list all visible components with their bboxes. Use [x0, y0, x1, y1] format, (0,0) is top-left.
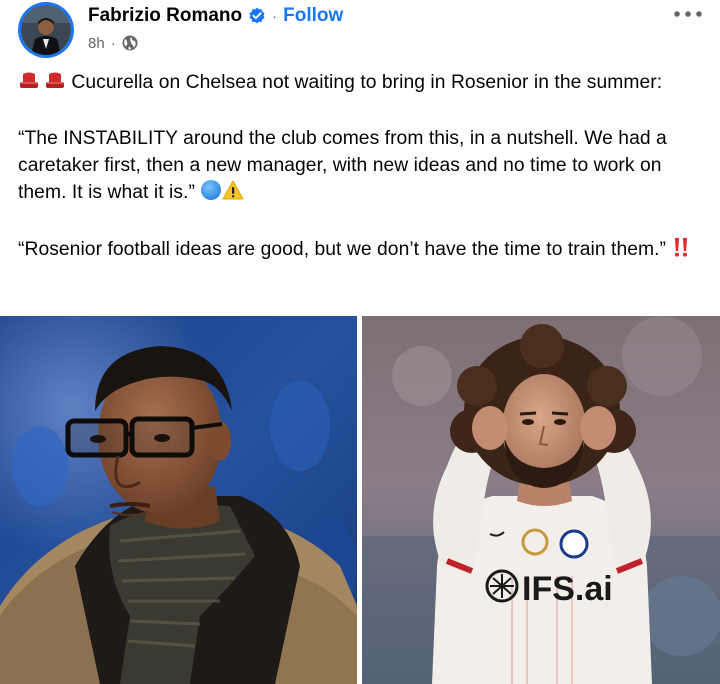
- red-hat-icon: [40, 71, 66, 100]
- post-photos: IFS.ai: [0, 316, 720, 684]
- post-paragraph-intro: Cucurella on Chelsea not waiting to brin…: [18, 70, 708, 100]
- red-hat-icon: [18, 71, 40, 100]
- post-intro-text: Cucurella on Chelsea not waiting to brin…: [71, 72, 663, 93]
- header-separator: ·: [272, 7, 278, 25]
- player-in-white-kit-photo[interactable]: IFS.ai: [362, 316, 720, 684]
- post-quote2-text: “Rosenior football ideas are good, but w…: [18, 239, 666, 260]
- sponsor-text: IFS.ai: [522, 570, 613, 608]
- post-paragraph-quote2: “Rosenior football ideas are good, but w…: [18, 236, 708, 267]
- man-with-glasses-photo[interactable]: [0, 316, 357, 684]
- follow-button[interactable]: Follow: [283, 5, 343, 27]
- post-header: Fabrizio Romano · Follow 8h ·: [0, 0, 720, 66]
- avatar-photo: [21, 5, 71, 55]
- blue-circle-icon: [200, 179, 222, 210]
- author-row: Fabrizio Romano · Follow: [88, 4, 343, 28]
- author-name[interactable]: Fabrizio Romano: [88, 5, 242, 27]
- author-avatar[interactable]: [18, 2, 74, 58]
- meta-separator: ·: [110, 34, 116, 52]
- globe-icon[interactable]: [122, 35, 138, 51]
- post-text: Cucurella on Chelsea not waiting to brin…: [18, 70, 708, 267]
- post-timestamp[interactable]: 8h: [88, 35, 105, 52]
- post-meta: 8h ·: [88, 33, 138, 53]
- double-exclamation-icon: [671, 236, 691, 267]
- verified-badge-icon: [248, 7, 266, 25]
- post-quote1-text: “The INSTABILITY around the club comes f…: [18, 128, 667, 203]
- warning-icon: [222, 179, 244, 210]
- more-options-icon: [674, 11, 702, 17]
- more-options-button[interactable]: [670, 2, 706, 26]
- post-paragraph-quote1: “The INSTABILITY around the club comes f…: [18, 126, 708, 210]
